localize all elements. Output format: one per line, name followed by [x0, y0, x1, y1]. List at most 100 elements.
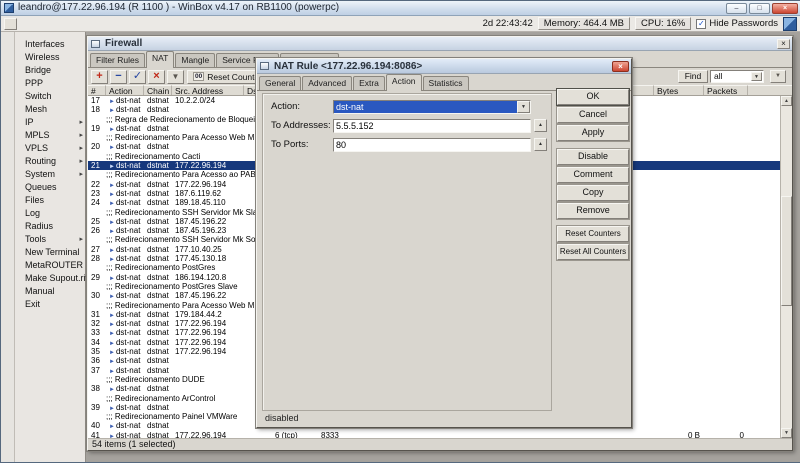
sidebar-item-ppp[interactable]: PPP: [15, 77, 85, 90]
sidebar-item-mpls[interactable]: MPLS ▸: [15, 129, 85, 142]
find-button[interactable]: Find: [678, 70, 708, 83]
minimize-button[interactable]: –: [726, 3, 747, 14]
scroll-up-icon[interactable]: ▲: [781, 96, 792, 106]
filter-select[interactable]: all ▼: [710, 70, 764, 83]
remove-icon[interactable]: −: [110, 69, 127, 84]
hide-passwords-toggle[interactable]: ✓ Hide Passwords: [696, 18, 778, 29]
sidebar-item-routing[interactable]: Routing ▸: [15, 155, 85, 168]
sidebar-item-wireless[interactable]: Wireless: [15, 51, 85, 64]
dialog-tab-extra[interactable]: Extra: [353, 76, 385, 90]
enable-icon[interactable]: ✓: [129, 69, 146, 84]
cell-action: ►dst-nat: [106, 384, 144, 393]
sidebar-item-exit[interactable]: Exit: [15, 298, 85, 311]
maximize-button[interactable]: □: [749, 3, 770, 14]
firewall-titlebar[interactable]: Firewall ×: [88, 37, 792, 51]
to-addresses-input[interactable]: 5.5.5.152: [333, 118, 531, 133]
reset-counters-button[interactable]: Reset Counters: [557, 226, 629, 242]
session-icon[interactable]: [4, 17, 17, 30]
sidebar-item-manual[interactable]: Manual: [15, 285, 85, 298]
dialog-title: NAT Rule <177.22.96.194:8086>: [274, 61, 423, 72]
hide-passwords-checkbox[interactable]: ✓: [696, 18, 707, 29]
scrollbar-thumb[interactable]: [781, 196, 792, 306]
dst-nat-icon: ►: [109, 350, 115, 357]
action-select[interactable]: dst-nat ▼: [333, 99, 531, 114]
cell-src-address: 187.45.196.22: [175, 291, 227, 301]
sidebar-item-label: IP: [25, 117, 34, 127]
dialog-tab-action[interactable]: Action: [385, 74, 422, 91]
cell-bytes: [654, 217, 704, 226]
sidebar-item-switch[interactable]: Switch: [15, 90, 85, 103]
cell-number: 18: [91, 105, 100, 115]
dst-nat-icon: ►: [109, 247, 115, 254]
reset-all-counters-button[interactable]: Reset All Counters: [557, 244, 629, 260]
sidebar-item-tools[interactable]: Tools ▸: [15, 233, 85, 246]
disable-icon[interactable]: ×: [148, 69, 165, 84]
cell-number: 32: [91, 319, 100, 329]
tab-mangle[interactable]: Mangle: [175, 53, 216, 67]
filter-button[interactable]: ▼: [770, 70, 786, 83]
apply-button[interactable]: Apply: [557, 125, 629, 141]
cell-action: ►dst-nat: [106, 161, 144, 170]
sidebar-item-files[interactable]: Files: [15, 194, 85, 207]
copy-button[interactable]: Copy: [557, 185, 629, 201]
action-text: dst-nat: [115, 272, 141, 282]
column-header-packets[interactable]: Packets: [704, 85, 748, 95]
memory-indicator[interactable]: Memory: 464.4 MB: [537, 17, 630, 30]
sidebar-item-label: Tools: [25, 234, 47, 244]
disable-button[interactable]: Disable: [557, 149, 629, 165]
tab-filter-rules[interactable]: Filter Rules: [90, 53, 145, 67]
ok-button[interactable]: OK: [557, 89, 629, 105]
sidebar-item-system[interactable]: System ▸: [15, 168, 85, 181]
sidebar-item-queues[interactable]: Queues: [15, 181, 85, 194]
sidebar-item-interfaces[interactable]: Interfaces: [15, 38, 85, 51]
cancel-button[interactable]: Cancel: [557, 107, 629, 123]
sidebar-item-radius[interactable]: Radius: [15, 220, 85, 233]
dialog-tab-statistics[interactable]: Statistics: [422, 76, 469, 90]
cell-number: 27: [91, 244, 100, 254]
add-icon[interactable]: +: [91, 69, 108, 84]
cell-packets: [704, 124, 748, 133]
cell-src-address: 177.22.96.194: [175, 347, 227, 357]
sidebar-item-ip[interactable]: IP ▸: [15, 116, 85, 129]
cell-bytes: [654, 319, 704, 328]
column-header-chain[interactable]: Chain: [144, 85, 172, 95]
table-row[interactable]: 41 ►dst-nat dstnat 177.22.96.194 6 (tcp) 8333…: [88, 431, 792, 438]
scroll-down-icon[interactable]: ▼: [781, 428, 792, 438]
remove-button[interactable]: Remove: [557, 203, 629, 219]
sidebar-item-log[interactable]: Log: [15, 207, 85, 220]
cell-packets: [704, 217, 748, 226]
to-ports-collapse-icon[interactable]: ▲: [534, 138, 547, 151]
filter-icon: ▼: [775, 73, 781, 79]
sidebar-item-label: Wireless: [25, 52, 60, 62]
vertical-scrollbar[interactable]: ▲ ▼: [780, 96, 792, 438]
sidebar-item-mesh[interactable]: Mesh: [15, 103, 85, 116]
sidebar-item-bridge[interactable]: Bridge: [15, 64, 85, 77]
cell-packets: [704, 226, 748, 235]
firewall-close-button[interactable]: ×: [777, 39, 790, 49]
column-header-blank[interactable]: #: [88, 85, 106, 95]
column-header-bytes[interactable]: Bytes: [654, 85, 704, 95]
close-button[interactable]: ×: [772, 3, 798, 14]
dialog-tab-advanced[interactable]: Advanced: [302, 76, 353, 90]
to-addresses-label: To Addresses:: [271, 120, 331, 131]
to-ports-input[interactable]: 80: [333, 137, 531, 152]
sidebar-item-vpls[interactable]: VPLS ▸: [15, 142, 85, 155]
filter-icon[interactable]: ▼: [167, 69, 184, 84]
cell-bytes: [654, 403, 704, 412]
sidebar-item-make-supout-rif[interactable]: Make Supout.rif: [15, 272, 88, 285]
tab-nat[interactable]: NAT: [145, 51, 175, 68]
comment-button[interactable]: Comment: [557, 167, 629, 183]
dialog-tab-general[interactable]: General: [259, 76, 302, 90]
cell-bytes: [654, 124, 704, 133]
column-header-action[interactable]: Action: [106, 85, 144, 95]
chevron-down-icon[interactable]: ▼: [751, 72, 762, 81]
sidebar-item-new-terminal[interactable]: New Terminal: [15, 246, 85, 259]
to-addresses-collapse-icon[interactable]: ▲: [534, 119, 547, 132]
cpu-indicator[interactable]: CPU: 16%: [635, 17, 692, 30]
cell-src-address: [172, 142, 244, 151]
column-header-src-address[interactable]: Src. Address: [172, 85, 244, 95]
app-titlebar[interactable]: leandro@177.22.96.194 (R 1100 ) - WinBox…: [1, 1, 800, 16]
sidebar-item-metarouter[interactable]: MetaROUTER: [15, 259, 85, 272]
action-dropdown-icon[interactable]: ▼: [517, 100, 530, 113]
action-label: Action:: [271, 101, 301, 112]
